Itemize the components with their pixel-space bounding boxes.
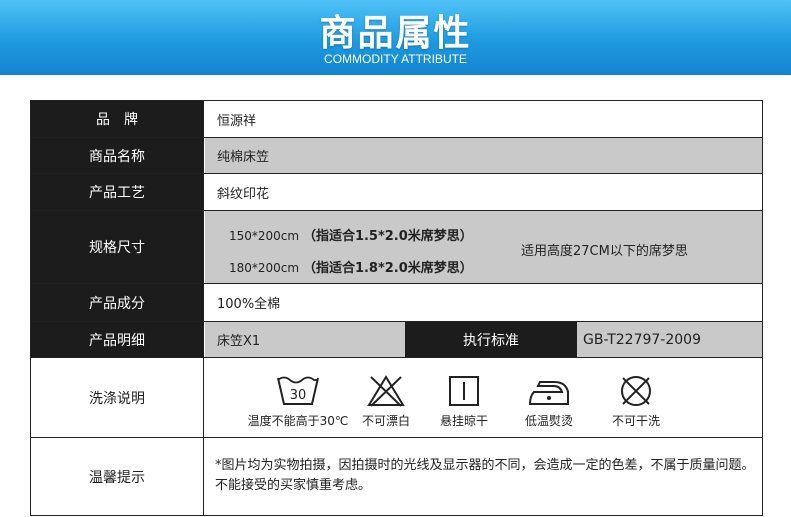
care-text-wash: 温度不能高于30℃ (247, 414, 349, 428)
standard-label: 执行标准 (405, 322, 577, 357)
craft-value: 斜纹印花 (217, 186, 270, 202)
low-iron-icon (528, 381, 569, 405)
row-craft: 产品工艺 斜纹印花 (31, 174, 762, 211)
spec-label: 规格尺寸 (31, 211, 204, 283)
page-title: 商品属性 (319, 13, 472, 54)
header-banner: 商品属性 COMMODITY ATTRIBUTE (0, 0, 791, 75)
detail-value: 床笠X1 (205, 322, 405, 357)
spec-line-1: 150*200cm （指适合1.5*2.0米席梦思） (229, 225, 473, 244)
material-label: 产品成分 (31, 284, 204, 321)
row-name: 商品名称 纯棉床笠 (31, 138, 762, 174)
spec-note-2: （指适合1.8*2.0米席梦思） (302, 261, 473, 276)
care-item-bleach: 不可漂白 (351, 374, 421, 429)
detail-label: 产品明细 (31, 322, 204, 357)
attribute-table: 品 牌 恒源祥 商品名称 纯棉床笠 产品工艺 斜纹印花 规格尺寸 150*200… (30, 100, 763, 516)
care-text-bleach: 不可漂白 (361, 414, 410, 428)
row-material: 产品成分 100%全棉 (31, 284, 762, 322)
care-item-dryclean: 不可干洗 (601, 374, 671, 429)
spec-size-2: 180*200cm (229, 261, 300, 275)
hang-dry-icon (449, 376, 479, 406)
care-label: 洗涤说明 (31, 358, 204, 437)
no-tumble-dry-icon (621, 376, 651, 406)
page-subtitle: COMMODITY ATTRIBUTE (324, 52, 467, 66)
craft-label: 产品工艺 (31, 174, 204, 210)
no-bleach-icon (367, 375, 405, 407)
spec-size-1: 150*200cm (229, 229, 300, 243)
material-value: 100%全棉 (217, 297, 281, 312)
notice-text: *图片均为实物拍摄，因拍摄时的光线及显示器的不同，会造成一定的色差，不属于质量问… (215, 458, 755, 493)
wash-temp: 30 (290, 388, 307, 403)
row-notice: 温馨提示 *图片均为实物拍摄，因拍摄时的光线及显示器的不同，会造成一定的色差，不… (31, 438, 762, 515)
spec-line-2: 180*200cm （指适合1.8*2.0米席梦思） (229, 257, 473, 276)
notice-label: 温馨提示 (31, 438, 204, 515)
row-spec: 规格尺寸 150*200cm （指适合1.5*2.0米席梦思） 180*200c… (31, 211, 762, 284)
care-item-iron: 低温熨烫 (509, 374, 589, 429)
wash-30-icon: 30 (277, 376, 319, 405)
row-care: 洗涤说明 30 温度不能高于30℃ 不可漂白 悬挂晾干 低温熨烫 不可干洗 (31, 358, 762, 438)
care-text-dry: 悬挂晾干 (439, 414, 488, 428)
brand-value: 恒源祥 (217, 113, 257, 129)
care-text-iron: 低温熨烫 (524, 414, 573, 428)
name-label: 商品名称 (31, 138, 204, 173)
care-text-dryclean: 不可干洗 (611, 414, 660, 428)
care-item-dry: 悬挂晾干 (429, 374, 499, 429)
spec-height-note: 适用高度27CM以下的席梦思 (521, 244, 688, 259)
row-detail: 产品明细 床笠X1 执行标准 GB-T22797-2009 (31, 322, 762, 358)
care-item-wash: 30 温度不能高于30℃ (243, 374, 353, 429)
name-value: 纯棉床笠 (205, 138, 762, 173)
row-brand: 品 牌 恒源祥 (31, 101, 762, 138)
spec-note-1: （指适合1.5*2.0米席梦思） (302, 229, 473, 244)
brand-label: 品 牌 (31, 101, 204, 137)
standard-value: GB-T22797-2009 (577, 322, 762, 357)
